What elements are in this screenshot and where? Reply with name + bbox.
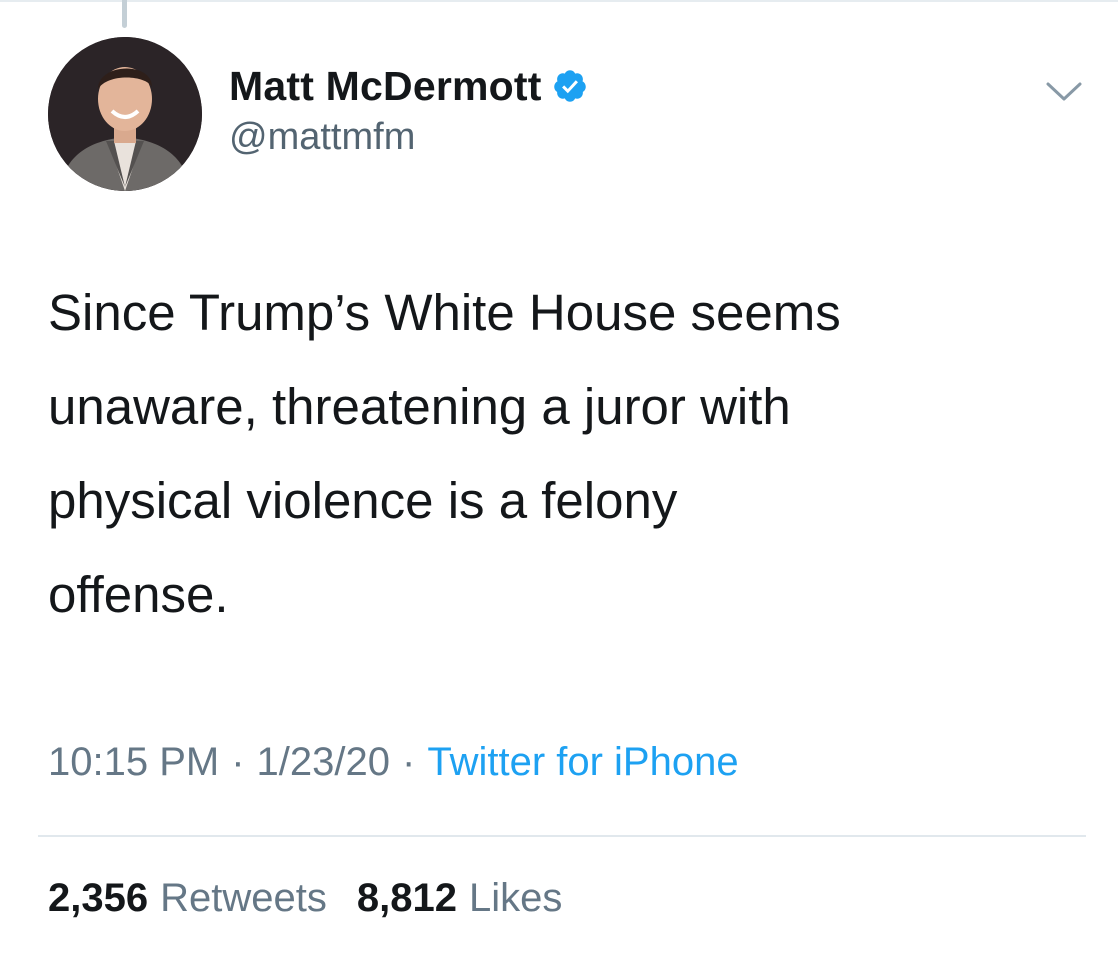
retweets-label: Retweets	[160, 876, 327, 920]
meta-separator: ·	[402, 740, 416, 784]
verified-badge-icon	[552, 68, 588, 104]
tweet-stats: 2,356 Retweets 8,812 Likes	[48, 876, 562, 921]
retweets-stat[interactable]: 2,356 Retweets	[48, 876, 327, 921]
likes-label: Likes	[468, 876, 563, 920]
chevron-down-icon[interactable]	[1045, 80, 1083, 104]
tweet-time[interactable]: 10:15 PM	[48, 740, 219, 785]
tweet-text: Since Trump’s White House seems unaware,…	[48, 284, 841, 623]
stats-divider	[38, 835, 1086, 837]
tweet-author: Matt McDermott @mattmfm	[229, 58, 588, 159]
author-display-name[interactable]: Matt McDermott	[229, 63, 542, 110]
tweet-metadata: 10:15 PM · 1/23/20 · Twitter for iPhone	[48, 740, 739, 785]
meta-separator: ·	[231, 740, 245, 784]
likes-stat[interactable]: 8,812 Likes	[357, 876, 563, 921]
avatar-photo	[48, 37, 202, 191]
author-handle[interactable]: @mattmfm	[229, 116, 588, 159]
thread-connector-line	[122, 0, 127, 28]
top-divider	[0, 0, 1118, 2]
likes-count: 8,812	[356, 876, 457, 920]
tweet-date[interactable]: 1/23/20	[257, 740, 390, 785]
tweet-source-link[interactable]: Twitter for iPhone	[427, 740, 738, 785]
avatar[interactable]	[48, 37, 202, 191]
author-name-row: Matt McDermott	[229, 58, 588, 114]
retweets-count: 2,356	[48, 876, 149, 920]
